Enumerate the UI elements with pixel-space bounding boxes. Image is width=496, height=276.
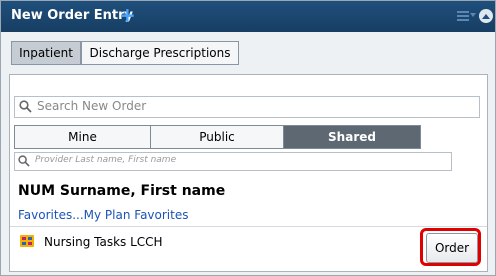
segment-public[interactable]: Public bbox=[151, 126, 283, 148]
provider-placeholder: Provider Last name, First name bbox=[35, 155, 177, 165]
search-order-input[interactable]: Search New Order bbox=[14, 96, 480, 118]
menu-icon[interactable] bbox=[457, 11, 469, 21]
tab-discharge-prescriptions[interactable]: Discharge Prescriptions bbox=[81, 41, 239, 65]
new-order-entry-panel: New Order Entry + Inpatient Discharge Pr… bbox=[0, 0, 496, 276]
divider bbox=[10, 226, 487, 227]
search-icon bbox=[18, 155, 30, 167]
menu-dropdown-icon[interactable] bbox=[470, 13, 476, 17]
patient-name: NUM Surname, First name bbox=[18, 183, 226, 199]
nursing-task-icon bbox=[20, 235, 34, 247]
window-title: New Order Entry bbox=[11, 8, 133, 23]
add-icon[interactable]: + bbox=[119, 3, 136, 27]
order-button[interactable]: Order bbox=[426, 233, 478, 263]
search-icon bbox=[19, 100, 32, 113]
order-content: Search New Order Mine Public Shared Prov… bbox=[9, 74, 488, 272]
segment-shared[interactable]: Shared bbox=[284, 126, 420, 148]
task-label[interactable]: Nursing Tasks LCCH bbox=[44, 235, 163, 249]
collapse-icon[interactable] bbox=[479, 9, 493, 23]
provider-search-input[interactable]: Provider Last name, First name bbox=[14, 152, 452, 171]
search-placeholder: Search New Order bbox=[37, 99, 147, 113]
title-bar: New Order Entry + bbox=[1, 1, 495, 32]
favorites-scope-selector: Mine Public Shared bbox=[14, 125, 421, 149]
tab-inpatient[interactable]: Inpatient bbox=[11, 41, 81, 65]
favorites-link[interactable]: Favorites...My Plan Favorites bbox=[18, 208, 188, 222]
segment-mine[interactable]: Mine bbox=[15, 126, 150, 148]
